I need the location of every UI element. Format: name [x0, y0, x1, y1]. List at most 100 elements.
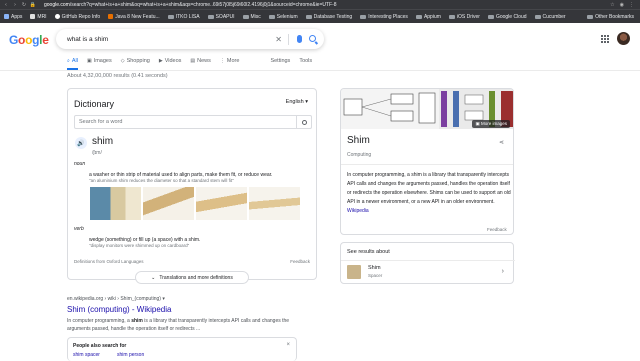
dictionary-search-input[interactable]: Search for a word — [74, 115, 312, 129]
oxford-source-link[interactable]: Definitions from Oxford Languages — [74, 259, 144, 264]
tab-settings[interactable]: Settings — [270, 54, 290, 68]
result-cite[interactable]: en.wikipedia.org › wiki › Shim_(computin… — [67, 296, 165, 302]
other-bookmarks[interactable]: Other Bookmarks — [587, 14, 634, 20]
share-icon[interactable]: ⋖ — [499, 139, 504, 146]
search-icon — [301, 119, 307, 125]
phonetic: /ʃɪm/ — [92, 150, 102, 156]
people-also-search-heading: People also search for — [73, 343, 127, 349]
dictionary-search-button[interactable] — [296, 116, 311, 128]
wikipedia-link[interactable]: Wikipedia — [347, 208, 369, 214]
more-images-button[interactable]: ▣ More images — [472, 120, 510, 128]
bookmark-database[interactable]: Database Testing — [305, 14, 352, 20]
knowledge-description: In computer programming, a shim is a lib… — [347, 172, 511, 214]
play-icon: ▶ — [158, 58, 163, 64]
folder-icon — [167, 14, 174, 19]
reload-icon[interactable]: ↻ — [21, 2, 27, 8]
bookmark-selenium[interactable]: Selenium — [268, 14, 298, 20]
translations-button[interactable]: ⌄ Translations and more definitions — [135, 271, 249, 284]
more-options-icon[interactable]: ▾ — [162, 296, 165, 302]
search-box[interactable]: what is a shim ✕ — [56, 29, 324, 49]
tab-videos[interactable]: ▶ Videos — [159, 54, 182, 68]
folder-icon — [448, 14, 455, 19]
chevron-right-icon[interactable]: › — [502, 268, 504, 275]
google-logo[interactable]: Google — [9, 33, 49, 47]
people-also-search-box: People also search for × shim spacer shi… — [67, 337, 297, 361]
extensions-icon[interactable]: ◉ — [620, 2, 624, 8]
tab-tools[interactable]: Tools — [299, 54, 312, 68]
more-vert-icon: ⋮ — [219, 58, 225, 64]
tag-icon: ◇ — [120, 58, 125, 64]
related-search-link[interactable]: shim spacer — [73, 352, 100, 358]
see-results-item-sub: Spacer — [368, 273, 383, 278]
folder-icon — [242, 14, 249, 19]
folder-icon — [415, 14, 422, 19]
related-search-link[interactable]: shim person — [117, 352, 144, 358]
bookmark-misc[interactable]: Misc — [242, 14, 261, 20]
search-icon[interactable] — [309, 35, 316, 42]
bookmark-github[interactable]: GitHub Repo Info — [54, 14, 100, 20]
search-icon: ⌕ — [67, 58, 70, 64]
tab-news[interactable]: ▤ News — [190, 54, 211, 68]
knowledge-divider — [341, 164, 513, 165]
url-text[interactable]: google.com/search?q=what+is+a+shim&oq=wh… — [44, 2, 337, 8]
see-results-item-name[interactable]: Shim — [368, 265, 381, 271]
bookmark-mri[interactable]: MRI — [30, 14, 47, 20]
folder-icon — [487, 14, 494, 19]
folder-icon — [360, 14, 367, 19]
address-bar[interactable]: ‹ › ↻ 🔒 google.com/search?q=what+is+a+sh… — [0, 0, 640, 9]
result-snippet: In computer programming, a shim is a lib… — [67, 318, 290, 332]
mri-favicon-icon — [30, 14, 36, 19]
knowledge-image[interactable] — [341, 89, 439, 129]
knowledge-subtitle: Computing — [347, 152, 372, 158]
tab-shopping[interactable]: ◇ Shopping — [121, 54, 150, 68]
tab-all[interactable]: ⌕ All — [67, 54, 78, 70]
knowledge-title: Shim — [347, 135, 370, 146]
part-of-speech-verb: verb — [74, 226, 84, 232]
lock-icon[interactable]: 🔒 — [30, 2, 36, 8]
definition-images — [90, 187, 300, 220]
tab-more[interactable]: ⋮ More — [220, 54, 240, 68]
shim-image[interactable] — [90, 187, 141, 220]
shim-image[interactable] — [196, 187, 247, 220]
bookmark-appium[interactable]: Appium — [415, 14, 441, 20]
shim-image[interactable] — [249, 187, 300, 220]
bookmark-ios-driver[interactable]: iOS Driver — [448, 14, 480, 20]
shim-image[interactable] — [143, 187, 194, 220]
back-icon[interactable]: ‹ — [3, 2, 9, 8]
bookmark-itko[interactable]: ITKO LISA — [167, 14, 200, 20]
image-icon: ▣ — [86, 58, 92, 64]
bookmark-interesting[interactable]: Interesting Places — [360, 14, 408, 20]
avatar[interactable] — [617, 32, 630, 45]
speaker-icon[interactable]: 🔊 — [75, 137, 87, 149]
see-results-divider — [341, 260, 515, 261]
browser-menu-icon[interactable]: ⋮ — [629, 2, 634, 8]
bookmark-java8[interactable]: Java 8 New Featu... — [108, 14, 160, 20]
shim-spacer-thumbnail[interactable] — [347, 265, 361, 279]
apps-grid-icon[interactable] — [601, 35, 609, 43]
folder-icon — [207, 14, 214, 19]
knowledge-feedback-link[interactable]: Feedback — [487, 227, 507, 232]
bookmark-soapui[interactable]: SOAPUI — [207, 14, 235, 20]
bookmark-cucumber[interactable]: Cucumber — [534, 14, 566, 20]
clear-icon[interactable]: ✕ — [275, 35, 282, 44]
language-select[interactable]: English ▾ — [286, 99, 308, 105]
result-title-link[interactable]: Shim (computing) - Wikipedia — [67, 305, 171, 314]
result-stats: About 4,32,00,000 results (0.41 seconds) — [67, 73, 168, 79]
mic-icon[interactable] — [297, 35, 302, 43]
tab-images[interactable]: ▣ Images — [87, 54, 112, 68]
star-icon[interactable]: ☆ — [610, 2, 614, 8]
bookmark-google-cloud[interactable]: Google Cloud — [487, 14, 527, 20]
header-divider — [0, 70, 640, 71]
close-icon[interactable]: × — [286, 342, 290, 348]
bookmark-apps[interactable]: Apps — [4, 14, 22, 20]
apps-grid-icon — [4, 14, 9, 19]
folder-icon — [534, 14, 541, 19]
search-input[interactable]: what is a shim — [67, 36, 108, 43]
verb-example: "display monitors were shimmed up on car… — [89, 243, 190, 248]
dictionary-title: Dictionary — [74, 99, 115, 109]
dictionary-feedback-link[interactable]: Feedback — [290, 259, 310, 264]
forward-icon[interactable]: › — [12, 2, 18, 8]
news-icon: ▤ — [190, 58, 196, 64]
dropdown-arrow-icon: ▾ — [305, 99, 308, 105]
folder-icon — [305, 14, 312, 19]
